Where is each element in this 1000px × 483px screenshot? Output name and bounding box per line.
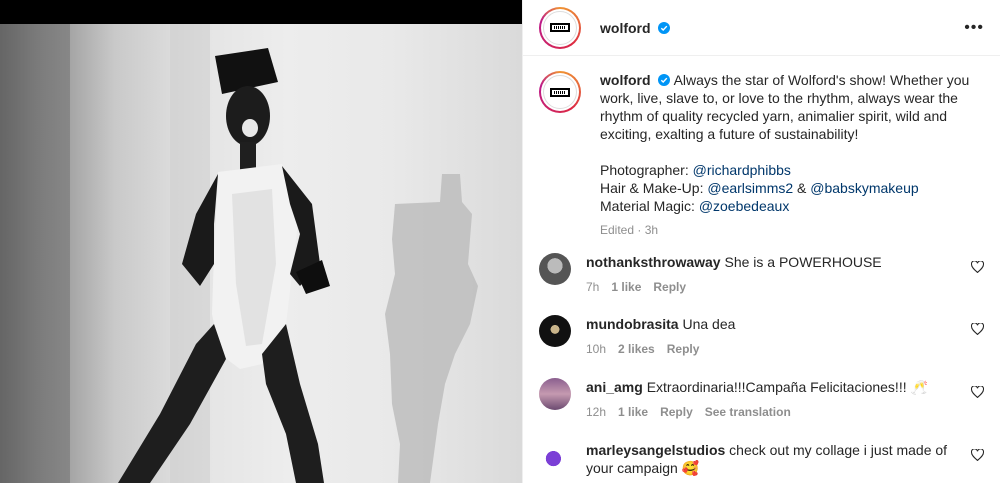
comment-item: mundobrasita Una dea 10h 2 likes Reply xyxy=(539,315,984,358)
commenter-username[interactable]: mundobrasita xyxy=(586,316,679,332)
more-options-icon[interactable]: ••• xyxy=(964,19,984,37)
caption-author-avatar[interactable] xyxy=(539,71,581,113)
heart-icon[interactable] xyxy=(971,323,984,335)
mention-link[interactable]: @zoebedeaux xyxy=(699,198,790,214)
comment-text: Una dea xyxy=(682,316,736,332)
comment-likes[interactable]: 2 likes xyxy=(618,340,655,358)
caption-credits: Photographer: @richardphibbs Hair & Make… xyxy=(600,162,919,214)
comment-time[interactable]: 10h xyxy=(586,340,606,358)
reply-button[interactable]: Reply xyxy=(653,278,686,296)
comment-item: ani_amg Extraordinaria!!!Campaña Felicit… xyxy=(539,378,984,421)
heart-icon[interactable] xyxy=(971,261,984,273)
author-avatar[interactable] xyxy=(539,6,581,49)
mention-link[interactable]: @richardphibbs xyxy=(693,162,791,178)
instagram-post-view: wolford ••• wolford Always the star of W… xyxy=(0,0,1000,483)
comment-time[interactable]: 12h xyxy=(586,403,606,421)
author-username[interactable]: wolford xyxy=(600,20,671,36)
commenter-username[interactable]: nothanksthrowaway xyxy=(586,254,721,270)
post-caption: wolford Always the star of Wolford's sho… xyxy=(523,57,1000,239)
commenter-username[interactable]: ani_amg xyxy=(586,379,643,395)
post-side-panel: wolford ••• wolford Always the star of W… xyxy=(522,0,1000,483)
commenter-avatar[interactable] xyxy=(539,253,571,285)
reply-button[interactable]: Reply xyxy=(660,403,693,421)
caption-body-text: Always the star of Wolford's show! Wheth… xyxy=(600,72,970,142)
caption-username[interactable]: wolford xyxy=(600,72,651,88)
edited-timestamp: Edited · 3h xyxy=(600,223,659,237)
comments-scroll-area[interactable]: wolford Always the star of Wolford's sho… xyxy=(523,57,1000,483)
post-photo[interactable] xyxy=(0,24,522,483)
post-media xyxy=(0,0,522,483)
comment-text: Extraordinaria!!!Campaña Felicitaciones!… xyxy=(646,379,928,395)
comment-item: nothanksthrowaway She is a POWERHOUSE 7h… xyxy=(539,253,984,296)
comment-likes[interactable]: 1 like xyxy=(611,278,641,296)
verified-badge-icon xyxy=(658,74,671,86)
heart-icon[interactable] xyxy=(971,386,984,398)
heart-icon[interactable] xyxy=(971,449,984,461)
comment-time[interactable]: 7h xyxy=(586,278,599,296)
caption-text: wolford Always the star of Wolford's sho… xyxy=(600,71,984,143)
commenter-username[interactable]: marleysangelstudios xyxy=(586,442,725,458)
comment-likes[interactable]: 1 like xyxy=(618,403,648,421)
comment-item: marleysangelstudios check out my collage… xyxy=(539,441,984,477)
wolford-logo-icon xyxy=(543,75,577,109)
photo-illustration xyxy=(0,24,478,483)
commenter-avatar[interactable] xyxy=(539,378,571,410)
commenter-avatar[interactable] xyxy=(539,315,571,347)
mention-link[interactable]: @earlsimms2 xyxy=(707,180,793,196)
post-header: wolford ••• xyxy=(523,0,1000,56)
commenter-avatar[interactable] xyxy=(539,441,571,473)
comment-text: She is a POWERHOUSE xyxy=(724,254,882,270)
reply-button[interactable]: Reply xyxy=(667,340,700,358)
verified-badge-icon xyxy=(658,21,671,34)
mention-link[interactable]: @babskymakeup xyxy=(810,180,918,196)
see-translation-link[interactable]: See translation xyxy=(705,403,791,421)
wolford-logo-icon xyxy=(543,10,577,45)
